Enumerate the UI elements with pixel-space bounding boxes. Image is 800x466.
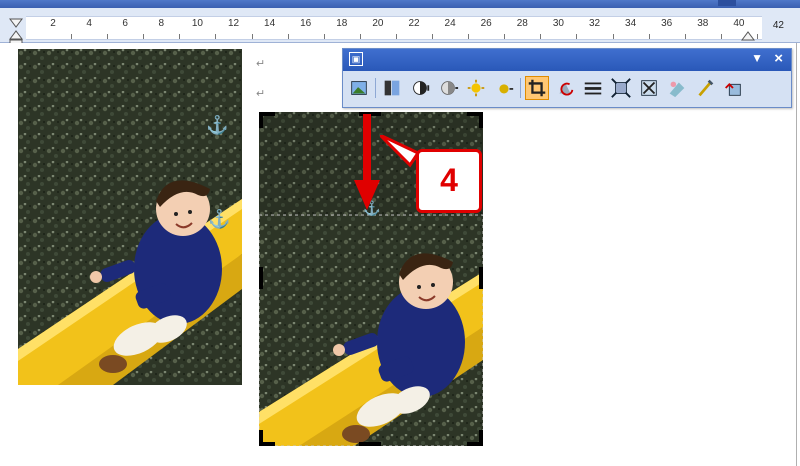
crop-handle-left[interactable] bbox=[259, 267, 263, 289]
reset-picture-icon bbox=[725, 83, 741, 96]
scroll-marker bbox=[718, 0, 736, 6]
ruler-tick-mark bbox=[648, 34, 650, 39]
ruler-band bbox=[26, 16, 762, 40]
ruler-tick-mark bbox=[468, 34, 470, 39]
ruler-tick-label: 40 bbox=[733, 18, 745, 29]
crop-handle-right[interactable] bbox=[479, 267, 483, 289]
rotate-left-button[interactable] bbox=[553, 76, 577, 100]
color-icon bbox=[384, 80, 400, 96]
ruler-tick-label: 34 bbox=[625, 18, 637, 29]
set-transparent-color-icon bbox=[698, 79, 714, 97]
ruler-tick-mark bbox=[215, 34, 217, 39]
more-brightness-icon bbox=[467, 79, 485, 97]
set-transparent-color-button[interactable] bbox=[693, 76, 717, 100]
red-down-arrow-icon bbox=[354, 114, 380, 210]
toolbar-separator bbox=[520, 78, 521, 98]
ruler-tick-label: 14 bbox=[264, 18, 276, 29]
ruler-tick-label: 38 bbox=[697, 18, 709, 29]
ruler-tick-label: 2 bbox=[50, 18, 56, 29]
anchor-icon-blue: ⚓ bbox=[208, 209, 231, 229]
ruler-tick-label: 24 bbox=[444, 18, 456, 29]
ruler-tick-mark bbox=[504, 34, 506, 39]
text-wrapping-icon bbox=[641, 80, 657, 96]
crop-handle-bottom[interactable] bbox=[359, 442, 381, 446]
ruler-tick-mark bbox=[720, 34, 722, 39]
crop-handle-top-right[interactable] bbox=[479, 112, 483, 128]
more-brightness-button[interactable] bbox=[464, 76, 488, 100]
line-style-button[interactable] bbox=[581, 76, 605, 100]
ruler-tick-label: 22 bbox=[408, 18, 420, 29]
ruler-tick-mark bbox=[287, 34, 289, 39]
picture-toolbar-icon: ▣ bbox=[349, 52, 363, 66]
less-contrast-icon bbox=[441, 81, 459, 95]
ruler-tick-label: 12 bbox=[227, 18, 240, 29]
right-indent-marker-icon[interactable] bbox=[740, 30, 756, 42]
reset-picture-button[interactable] bbox=[721, 76, 745, 100]
ruler-tick-mark bbox=[143, 34, 145, 39]
line-style-icon bbox=[584, 82, 602, 95]
ruler-tick-label: 6 bbox=[122, 18, 128, 29]
rotate-left-icon bbox=[559, 82, 574, 96]
close-icon[interactable]: × bbox=[774, 50, 783, 67]
insert-picture-button[interactable] bbox=[347, 76, 371, 100]
less-contrast-button[interactable] bbox=[436, 76, 460, 100]
ruler-tick-label: 16 bbox=[300, 18, 312, 29]
ruler-tick-label: 20 bbox=[372, 18, 384, 29]
ruler-tick-label: 30 bbox=[552, 18, 564, 29]
ruler-tick-label: 18 bbox=[336, 18, 348, 29]
ruler-tick-label: 10 bbox=[191, 18, 203, 29]
ruler-tick-mark bbox=[756, 34, 758, 39]
step-number-callout: 4 bbox=[416, 149, 482, 213]
compress-pictures-button[interactable] bbox=[609, 76, 633, 100]
ruler-tick-label: 32 bbox=[588, 18, 601, 29]
ruler-tick-label: 26 bbox=[480, 18, 492, 29]
format-picture-button[interactable] bbox=[665, 76, 689, 100]
callout-pointer bbox=[380, 135, 420, 168]
page-margin-line bbox=[796, 43, 797, 466]
paragraph-mark: ↵ bbox=[256, 58, 266, 70]
text-wrapping-button[interactable] bbox=[637, 76, 661, 100]
anchor-icon-white: ⚓ bbox=[206, 115, 229, 135]
insert-picture-icon bbox=[351, 81, 367, 95]
ruler-tick-mark bbox=[684, 34, 686, 39]
crop-handle-bottom-right[interactable] bbox=[479, 430, 483, 446]
ruler-tick-label: 36 bbox=[661, 18, 673, 29]
original-photo[interactable]: ⚓ ⚓ bbox=[18, 49, 242, 385]
crop-icon bbox=[528, 79, 546, 97]
toolbar-separator bbox=[375, 78, 376, 98]
crop-handle-bottom-left[interactable] bbox=[259, 430, 263, 446]
ruler-tick-label: 28 bbox=[516, 18, 528, 29]
ruler-end-label: 42 bbox=[772, 20, 784, 31]
ruler-tick-label: 8 bbox=[158, 18, 165, 29]
ruler-tick-label: 4 bbox=[86, 18, 92, 29]
ruler-tick-mark bbox=[612, 34, 614, 39]
ruler-tick-mark bbox=[395, 34, 397, 39]
less-brightness-icon bbox=[499, 84, 514, 94]
window-top-bar bbox=[0, 0, 800, 8]
picture-toolbar[interactable]: ▣ ▼ × bbox=[342, 48, 792, 108]
more-contrast-icon bbox=[413, 81, 430, 95]
ruler-tick-mark bbox=[107, 34, 109, 39]
ruler-tick-mark bbox=[540, 34, 542, 39]
crop-button[interactable] bbox=[525, 76, 549, 100]
less-brightness-button[interactable] bbox=[492, 76, 516, 100]
ruler-tick-mark bbox=[576, 34, 578, 39]
ruler-tick-mark bbox=[323, 34, 325, 39]
color-button[interactable] bbox=[380, 76, 404, 100]
ruler-tick-mark bbox=[71, 34, 72, 39]
ruler-tick-mark bbox=[251, 34, 253, 39]
toolbar-titlebar[interactable]: ▣ ▼ × bbox=[343, 49, 791, 71]
more-contrast-button[interactable] bbox=[408, 76, 432, 100]
compress-pictures-icon bbox=[611, 78, 631, 98]
paragraph-mark: ↵ bbox=[256, 88, 266, 100]
crop-handle-top-left[interactable] bbox=[259, 112, 263, 128]
ruler-tick-mark bbox=[359, 34, 361, 39]
format-picture-icon bbox=[669, 81, 685, 98]
horizontal-ruler[interactable]: 2 4 6 8 10 12 14 16 18 20 22 24 26 28 30 32 34 36 38 40 42 bbox=[0, 8, 800, 48]
ruler-tick-mark bbox=[179, 34, 181, 39]
ruler-tick-mark bbox=[432, 34, 433, 39]
toolbar-options-icon[interactable]: ▼ bbox=[751, 51, 763, 65]
